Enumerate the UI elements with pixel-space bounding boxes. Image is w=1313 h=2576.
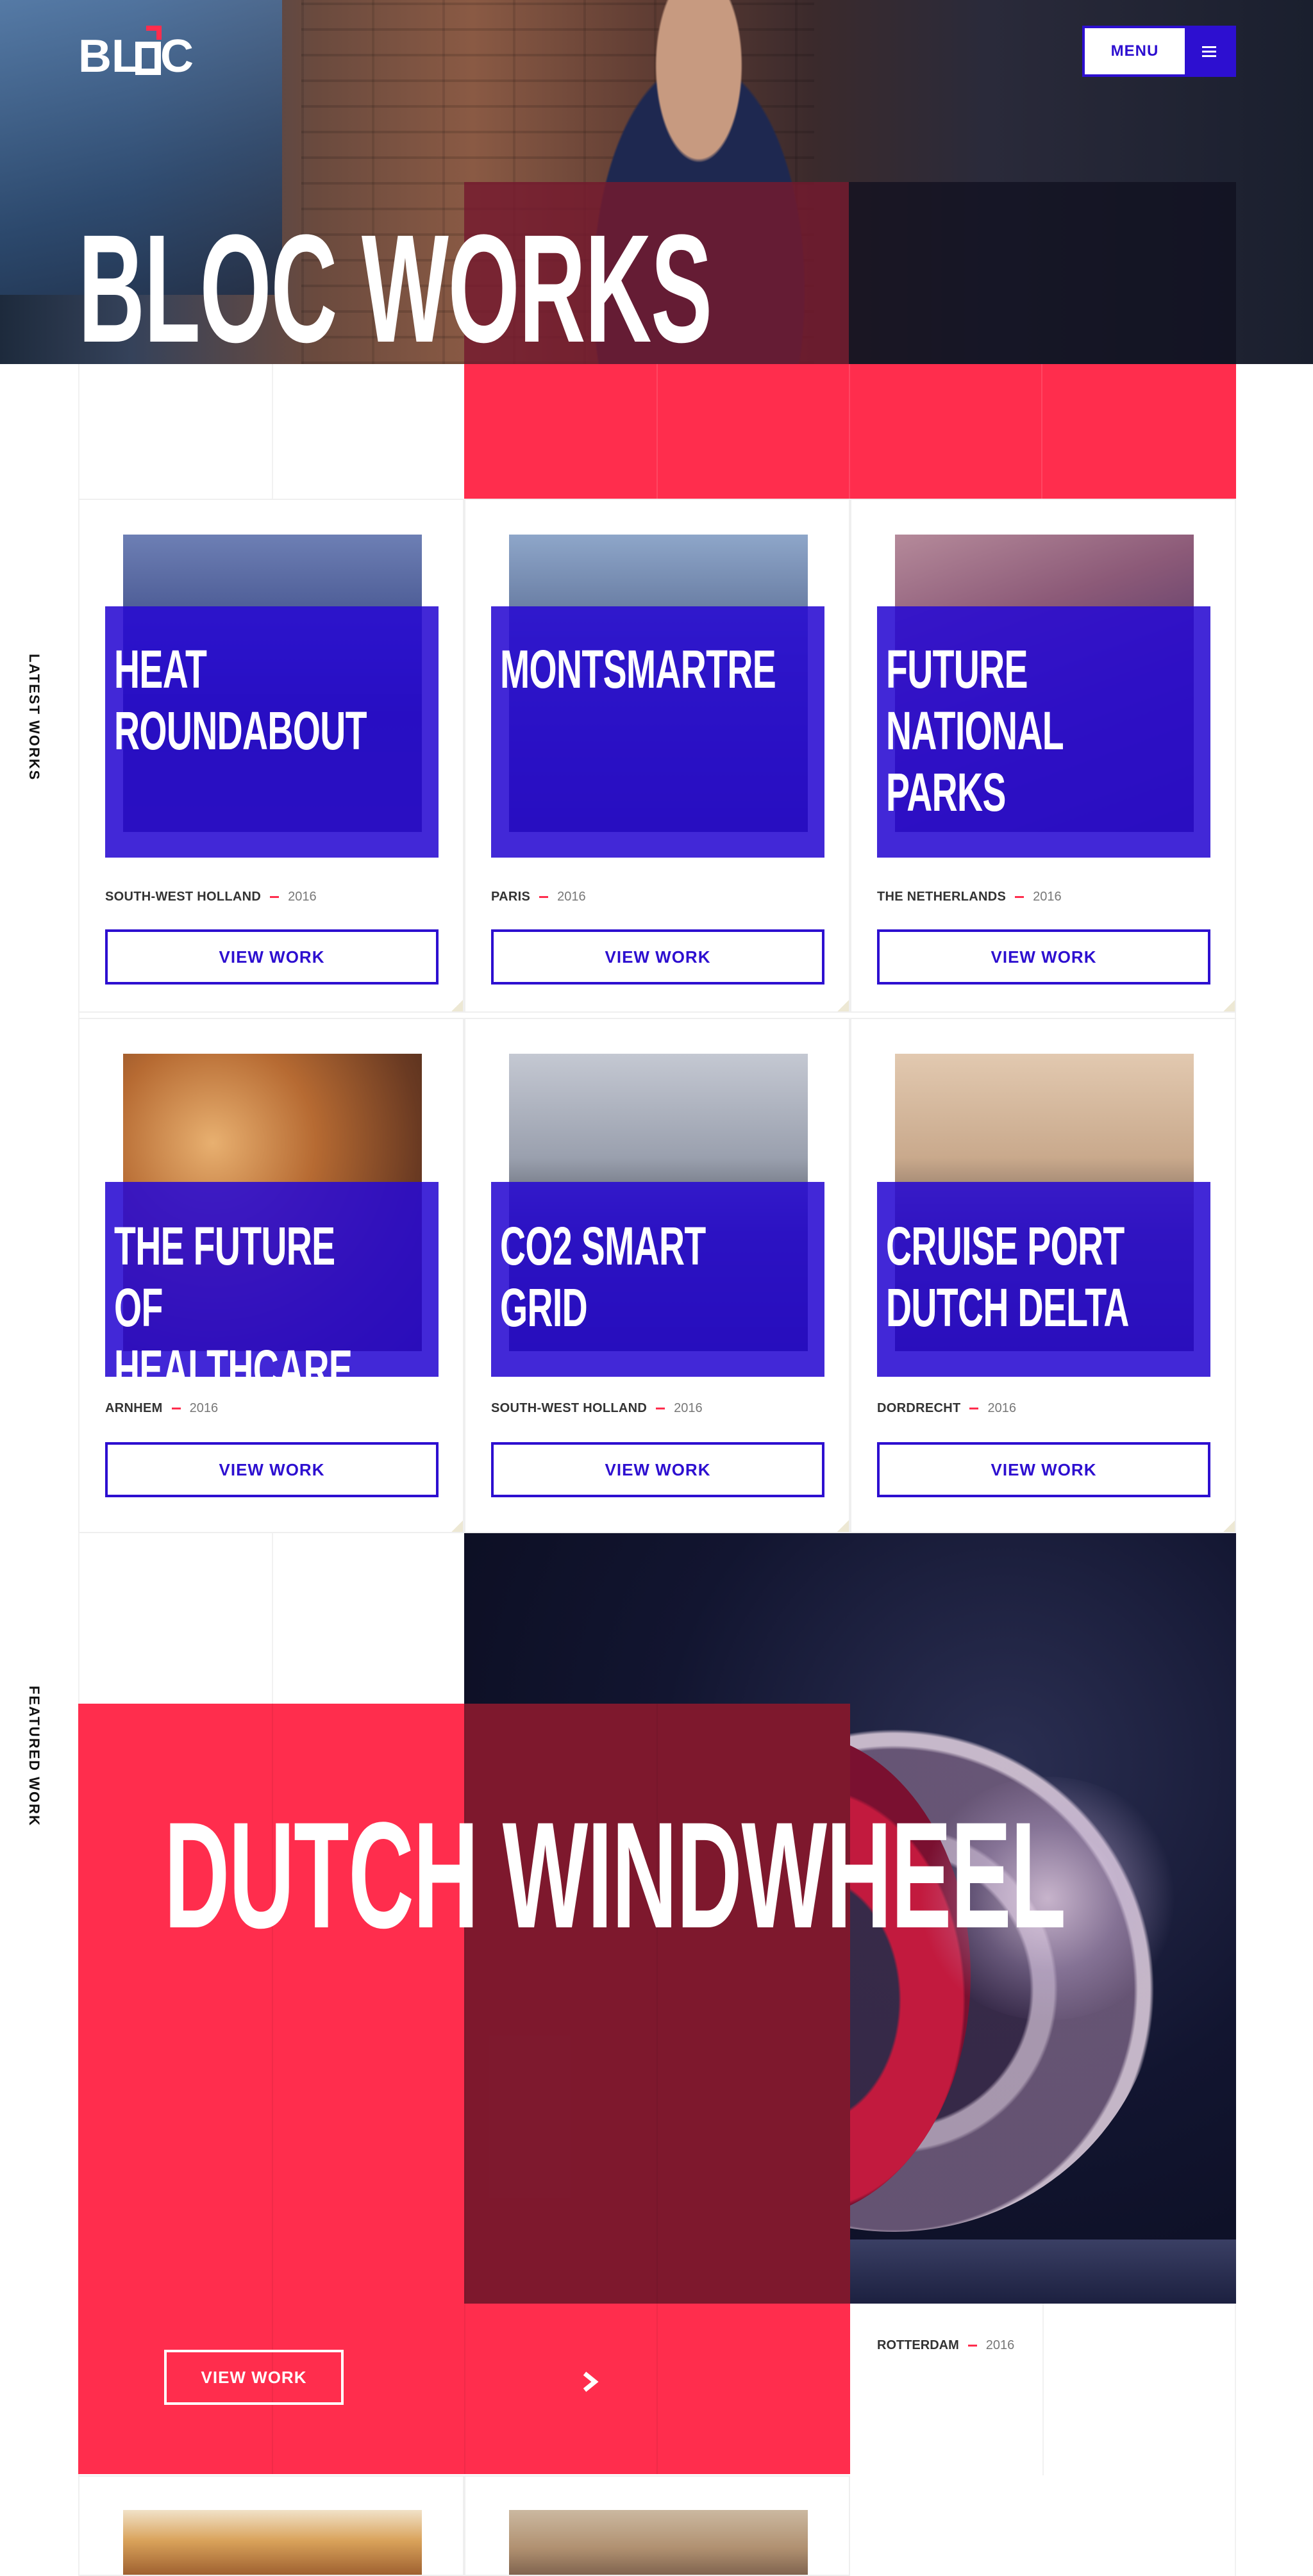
work-location: PARIS (491, 890, 531, 904)
work-title: HEAT ROUNDABOUT (114, 639, 367, 761)
meta-dash (656, 1408, 665, 1409)
featured-meta: ROTTERDAM 2016 (877, 2338, 1014, 2353)
section-label-featured: FEATURED WORK (26, 1686, 42, 1827)
work-title: MONTSMARTRE (500, 639, 776, 699)
work-card: CO2 SMART GRID SOUTH-WEST HOLLAND 2016 V… (464, 1018, 850, 1533)
work-year: 2016 (987, 1401, 1016, 1415)
meta-dash (1015, 896, 1024, 898)
work-year: 2016 (189, 1401, 219, 1415)
grid-line (272, 364, 273, 500)
work-meta: THE NETHERLANDS 2016 (877, 890, 1062, 904)
page-title: BLOC WORKS (78, 203, 712, 374)
view-work-button[interactable]: VIEW WORK (491, 929, 824, 985)
svg-text:C: C (160, 31, 194, 77)
view-work-button[interactable]: VIEW WORK (491, 1442, 824, 1497)
grid-line (1041, 364, 1042, 500)
hamburger-icon (1185, 28, 1234, 74)
work-meta: SOUTH-WEST HOLLAND 2016 (491, 1401, 703, 1416)
grid-line (656, 364, 658, 500)
work-meta: SOUTH-WEST HOLLAND 2016 (105, 890, 317, 904)
meta-dash (171, 1408, 181, 1409)
work-image (509, 2510, 808, 2575)
work-card: FUTURE NATIONAL PARKS THE NETHERLANDS 20… (850, 499, 1236, 1013)
menu-label: MENU (1110, 42, 1159, 60)
work-location: DORDRECHT (877, 1401, 961, 1415)
work-card (464, 2475, 850, 2576)
meta-dash (270, 896, 280, 898)
work-card (78, 2475, 464, 2576)
work-card: CRUISE PORT DUTCH DELTA DORDRECHT 2016 V… (850, 1018, 1236, 1533)
work-location: SOUTH-WEST HOLLAND (491, 1401, 648, 1415)
meta-dash (969, 1408, 979, 1409)
work-location: SOUTH-WEST HOLLAND (105, 890, 262, 904)
card-corner (837, 1000, 849, 1011)
view-work-button[interactable]: VIEW WORK (105, 1442, 439, 1497)
featured-view-work-button[interactable]: VIEW WORK (164, 2350, 344, 2405)
view-work-button[interactable]: VIEW WORK (877, 1442, 1210, 1497)
work-meta: DORDRECHT 2016 (877, 1401, 1016, 1416)
work-card: THE FUTURE OF HEALTHCARE ARNHEM 2016 VIE… (78, 1018, 464, 1533)
work-title: CO2 SMART GRID (500, 1216, 706, 1338)
work-title: THE FUTURE OF HEALTHCARE (114, 1216, 353, 1399)
chevron-right-icon[interactable] (577, 2369, 603, 2395)
meta-dash (967, 2345, 977, 2347)
card-corner (451, 1000, 463, 1011)
red-accent-band (464, 364, 1236, 500)
featured-location: ROTTERDAM (877, 2338, 959, 2352)
svg-text:BL: BL (78, 31, 140, 77)
work-image (123, 2510, 422, 2575)
work-year: 2016 (674, 1401, 703, 1415)
work-card: MONTSMARTRE PARIS 2016 VIEW WORK (464, 499, 850, 1013)
card-corner (1223, 1520, 1235, 1532)
work-location: THE NETHERLANDS (877, 890, 1007, 904)
work-location: ARNHEM (105, 1401, 163, 1415)
section-label-latest: LATEST WORKS (26, 654, 42, 781)
menu-button[interactable]: MENU (1082, 26, 1236, 77)
work-meta: PARIS 2016 (491, 890, 586, 904)
work-year: 2016 (557, 890, 586, 904)
card-corner (1223, 1000, 1235, 1011)
meta-dash (539, 896, 549, 898)
work-year: 2016 (1033, 890, 1062, 904)
card-corner (837, 1520, 849, 1532)
grid-line (1042, 2304, 1044, 2475)
featured-title: DUTCH WINDWHEEL (164, 1791, 1066, 1960)
logo[interactable]: BL C (78, 26, 194, 77)
card-corner (451, 1520, 463, 1532)
grid-line (272, 1533, 273, 1704)
grid-line (849, 364, 850, 500)
work-title: FUTURE NATIONAL PARKS (886, 639, 1064, 822)
work-title: CRUISE PORT DUTCH DELTA (886, 1216, 1129, 1338)
featured-year: 2016 (985, 2338, 1015, 2352)
work-card: HEAT ROUNDABOUT SOUTH-WEST HOLLAND 2016 … (78, 499, 464, 1013)
view-work-button[interactable]: VIEW WORK (105, 929, 439, 985)
view-work-button[interactable]: VIEW WORK (877, 929, 1210, 985)
work-meta: ARNHEM 2016 (105, 1401, 218, 1416)
work-year: 2016 (288, 890, 317, 904)
